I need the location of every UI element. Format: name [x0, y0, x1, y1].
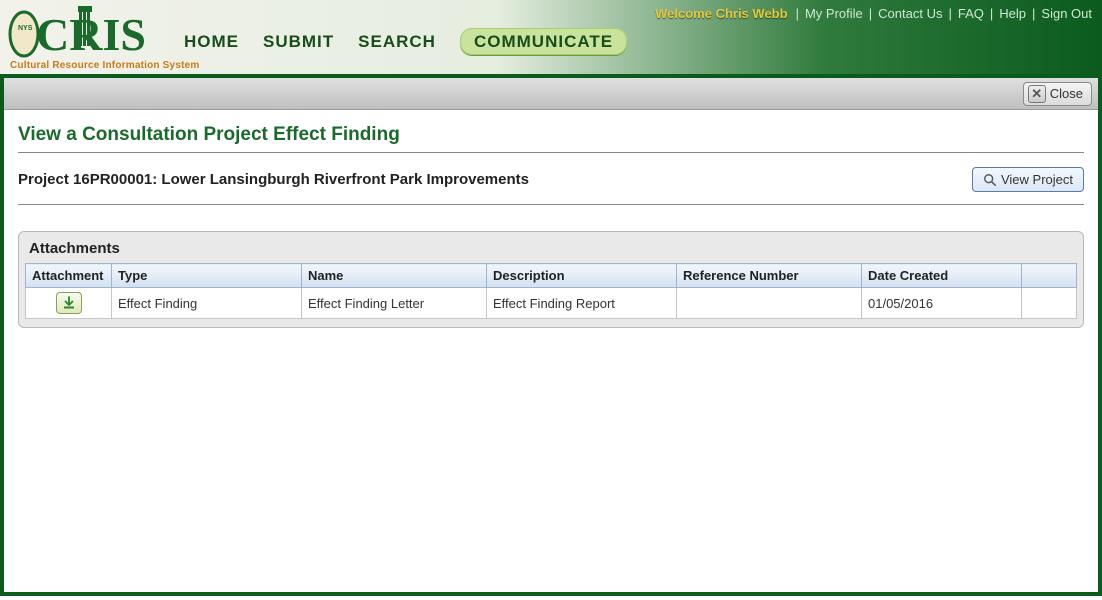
th-name[interactable]: Name: [302, 264, 487, 288]
th-description[interactable]: Description: [487, 264, 677, 288]
cell-type: Effect Finding: [112, 288, 302, 319]
th-spare: [1022, 264, 1077, 288]
project-title: Project 16PR00001: Lower Lansingburgh Ri…: [18, 171, 529, 188]
link-sign-out[interactable]: Sign Out: [1041, 6, 1092, 21]
search-icon: [983, 173, 997, 187]
logo-subtitle: Cultural Resource Information System: [10, 60, 199, 71]
project-row: Project 16PR00001: Lower Lansingburgh Ri…: [18, 167, 1084, 205]
toolbar: ✕ Close: [4, 78, 1098, 110]
view-project-button[interactable]: View Project: [972, 167, 1084, 192]
cell-date-created: 01/05/2016: [862, 288, 1022, 319]
view-project-label: View Project: [1001, 172, 1073, 187]
attachments-panel: Attachments Attachment Type Name Descrip…: [18, 231, 1084, 328]
th-type[interactable]: Type: [112, 264, 302, 288]
cell-reference-number: [677, 288, 862, 319]
attachments-table: Attachment Type Name Description Referen…: [25, 263, 1077, 319]
cell-spare: [1022, 288, 1077, 319]
th-date-created[interactable]: Date Created: [862, 264, 1022, 288]
svg-text:NYS: NYS: [18, 25, 33, 32]
cell-description: Effect Finding Report: [487, 288, 677, 319]
nav-communicate[interactable]: COMMUNICATE: [460, 28, 627, 55]
page-title: View a Consultation Project Effect Findi…: [18, 124, 1084, 153]
svg-text:CRIS: CRIS: [36, 9, 146, 60]
main-nav: HOME SUBMIT SEARCH COMMUNICATE: [184, 28, 627, 55]
close-icon: ✕: [1028, 85, 1046, 103]
table-header-row: Attachment Type Name Description Referen…: [26, 264, 1077, 288]
nav-search[interactable]: SEARCH: [358, 32, 436, 52]
close-button[interactable]: ✕ Close: [1023, 82, 1092, 106]
nav-submit[interactable]: SUBMIT: [263, 32, 334, 52]
cell-name: Effect Finding Letter: [302, 288, 487, 319]
top-links: Welcome Chris Webb | My Profile | Contac…: [655, 6, 1092, 21]
header-bar: NYS CRIS Cultural Resource Information S…: [0, 0, 1102, 78]
th-reference-number[interactable]: Reference Number: [677, 264, 862, 288]
logo[interactable]: NYS CRIS: [8, 2, 168, 64]
table-row[interactable]: Effect Finding Effect Finding Letter Eff…: [26, 288, 1077, 319]
link-my-profile[interactable]: My Profile: [805, 6, 863, 21]
th-attachment[interactable]: Attachment: [26, 264, 112, 288]
nav-home[interactable]: HOME: [184, 32, 239, 52]
close-button-label: Close: [1050, 86, 1083, 101]
attachments-heading: Attachments: [25, 238, 1077, 263]
welcome-text: Welcome Chris Webb: [655, 6, 787, 21]
download-icon: [62, 296, 76, 310]
download-attachment-button[interactable]: [56, 292, 82, 314]
content-frame: ✕ Close View a Consultation Project Effe…: [0, 78, 1102, 596]
cris-logo-icon: NYS CRIS: [8, 2, 168, 64]
link-faq[interactable]: FAQ: [958, 6, 984, 21]
link-contact-us[interactable]: Contact Us: [878, 6, 942, 21]
link-help[interactable]: Help: [999, 6, 1026, 21]
